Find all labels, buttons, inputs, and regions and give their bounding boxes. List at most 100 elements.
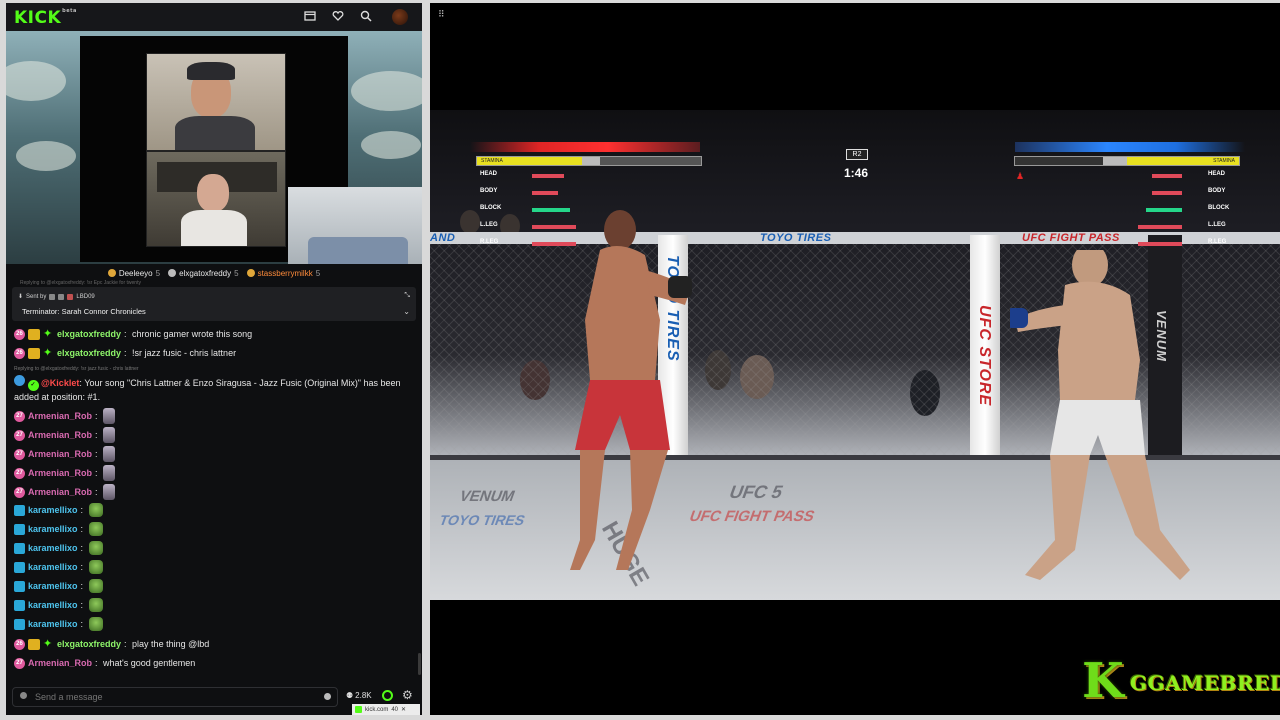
chat-message[interactable]: 27 Armenian_Rob: xyxy=(14,427,418,443)
chat-message[interactable]: karamellixo: xyxy=(14,579,418,593)
chat-message[interactable]: karamellixo: xyxy=(14,598,418,612)
chat-username[interactable]: elxgatoxfreddy xyxy=(57,328,121,341)
kick-logo[interactable]: KICKbeta xyxy=(14,8,77,28)
chat-message[interactable]: 27 Armenian_Rob: xyxy=(14,484,418,500)
game-window[interactable]: ⠿ AND TOYO TIRES UFC FIGHT PASS TOYO TIR… xyxy=(430,3,1280,715)
stat-label: HEAD xyxy=(480,171,498,177)
pinned-sender: ⬇ Sent by LBD09 xyxy=(18,293,95,300)
rail-banner-right: UFC FIGHT PASS xyxy=(1022,232,1120,244)
crown-badge-icon xyxy=(28,348,40,359)
fighter-red-corner xyxy=(570,210,692,570)
stat-label: L.LEG xyxy=(1208,222,1226,228)
bot-badge-icon xyxy=(14,375,25,386)
chat-message[interactable]: karamellixo: xyxy=(14,541,418,555)
coin-icon xyxy=(246,269,255,277)
chat-username[interactable]: elxgatoxfreddy xyxy=(57,347,121,360)
search-icon[interactable] xyxy=(359,10,373,24)
chat-message[interactable]: karamellixo: xyxy=(14,560,418,574)
subscriber-badge-icon: 26 xyxy=(14,348,25,359)
stat-bar xyxy=(532,174,564,178)
chat-username[interactable]: Armenian_Rob xyxy=(28,657,92,670)
verified-badge-icon: ✓ xyxy=(27,380,39,391)
chat-username[interactable]: karamellixo xyxy=(28,523,78,536)
chat-username[interactable]: Armenian_Rob xyxy=(28,467,92,480)
chat-input[interactable] xyxy=(12,687,338,707)
stat-bar xyxy=(1152,174,1182,178)
stream-video[interactable] xyxy=(6,31,422,264)
people-icon: ⚉ xyxy=(346,691,354,700)
chat-message[interactable]: 27 Armenian_Rob: xyxy=(14,446,418,462)
gifter-item[interactable]: Deeleeyo 5 xyxy=(107,269,160,278)
chat-username[interactable]: karamellixo xyxy=(28,561,78,574)
subscriber-badge-icon: 26 xyxy=(14,639,25,650)
chat-username[interactable]: Armenian_Rob xyxy=(28,410,92,423)
chat-text: what's good gentlemen xyxy=(103,658,196,668)
chat-username[interactable]: karamellixo xyxy=(28,618,78,631)
red-stamina-bar: STAMINA xyxy=(476,156,702,166)
chat-message[interactable]: 27 Armenian_Rob: xyxy=(14,465,418,481)
stat-label: BODY xyxy=(1208,188,1226,194)
stat-bar xyxy=(532,191,558,195)
chevron-down-icon[interactable]: ⌄ xyxy=(403,307,410,316)
top-bar: KICKbeta xyxy=(6,3,422,31)
chat-message[interactable]: ✓ @Kicklet: Your song "Chris Lattner & E… xyxy=(14,375,412,404)
chat-username[interactable]: @Kicklet xyxy=(41,378,79,388)
theater-icon[interactable] xyxy=(303,10,317,24)
crown-badge-icon xyxy=(28,329,40,340)
chat-text: chronic gamer wrote this song xyxy=(132,329,253,339)
kick-circle-icon[interactable] xyxy=(382,690,393,701)
subscriber-badge-icon: 27 xyxy=(14,467,25,479)
chat-message[interactable]: karamellixo: xyxy=(14,522,418,536)
game-scene: AND TOYO TIRES UFC FIGHT PASS TOYO TIRES… xyxy=(430,110,1280,600)
browser-tab[interactable]: kick.com 40 ✕ xyxy=(352,704,420,715)
rail-banner-main: TOYO TIRES xyxy=(760,232,832,244)
chat-username[interactable]: karamellixo xyxy=(28,599,78,612)
chat-message[interactable]: karamellixo: xyxy=(14,503,418,517)
chat-username[interactable]: karamellixo xyxy=(28,542,78,555)
chat-username[interactable]: Armenian_Rob xyxy=(28,486,92,499)
chat-message[interactable]: 27 Armenian_Rob: what's good gentlemen xyxy=(14,657,418,670)
chat-message[interactable]: 26 ✦ elxgatoxfreddy: play the thing @lbd xyxy=(14,638,418,651)
stat-label: L.LEG xyxy=(480,222,498,228)
unpin-icon[interactable]: ⤡ xyxy=(404,292,410,300)
pinned-message[interactable]: ⬇ Sent by LBD09 ⤡ Terminator: Sarah Conn… xyxy=(12,287,416,321)
user-avatar[interactable] xyxy=(392,9,408,25)
drag-handle-icon[interactable]: ⠿ xyxy=(438,9,445,20)
gear-icon[interactable]: ⚙ xyxy=(402,688,413,702)
badge-icon xyxy=(49,293,56,300)
stat-bar xyxy=(1152,191,1182,195)
chat-scrollbar[interactable] xyxy=(418,653,421,675)
chat-username[interactable]: elxgatoxfreddy xyxy=(57,638,121,651)
round-timer: 1:46 xyxy=(843,166,869,180)
gifter-item[interactable]: elxgatoxfreddy 5 xyxy=(168,269,239,278)
emote xyxy=(88,579,103,593)
chat-username[interactable]: Armenian_Rob xyxy=(28,448,92,461)
follower-badge-icon xyxy=(14,523,25,535)
emote xyxy=(88,503,103,517)
chat-list[interactable]: 26 ✦ elxgatoxfreddy: chronic gamer wrote… xyxy=(14,325,418,675)
emoji-icon[interactable] xyxy=(324,693,331,700)
chat-username[interactable]: karamellixo xyxy=(28,504,78,517)
emote xyxy=(88,617,103,631)
follower-badge-icon xyxy=(14,580,25,592)
close-icon[interactable]: ✕ xyxy=(401,706,406,713)
subscriber-badge-icon: 27 xyxy=(14,429,25,441)
gifter-item[interactable]: stassberrymilkk 5 xyxy=(246,269,320,278)
emote xyxy=(103,408,116,424)
red-health-bar xyxy=(470,142,700,152)
rail-banner-left: AND xyxy=(430,232,456,244)
emote xyxy=(103,484,116,500)
chat-message[interactable]: karamellixo: xyxy=(14,617,418,631)
stat-label: R.LEG xyxy=(1208,239,1227,245)
kick-panel: KICKbeta Deeleeyo 5 elxgatoxfreddy 5 sta… xyxy=(6,3,422,715)
chat-user-icon[interactable] xyxy=(20,692,27,699)
chat-username[interactable]: Armenian_Rob xyxy=(28,429,92,442)
body-damage-icon: ♟ xyxy=(1016,171,1025,181)
chat-message[interactable]: 27 Armenian_Rob: xyxy=(14,408,418,424)
emote xyxy=(103,465,116,481)
heart-icon[interactable] xyxy=(331,10,345,24)
chat-message[interactable]: 26 ✦ elxgatoxfreddy: !sr jazz fusic - ch… xyxy=(14,347,418,360)
sparkle-badge-icon: ✦ xyxy=(43,347,53,359)
chat-username[interactable]: karamellixo xyxy=(28,580,78,593)
chat-message[interactable]: 26 ✦ elxgatoxfreddy: chronic gamer wrote… xyxy=(14,328,418,341)
